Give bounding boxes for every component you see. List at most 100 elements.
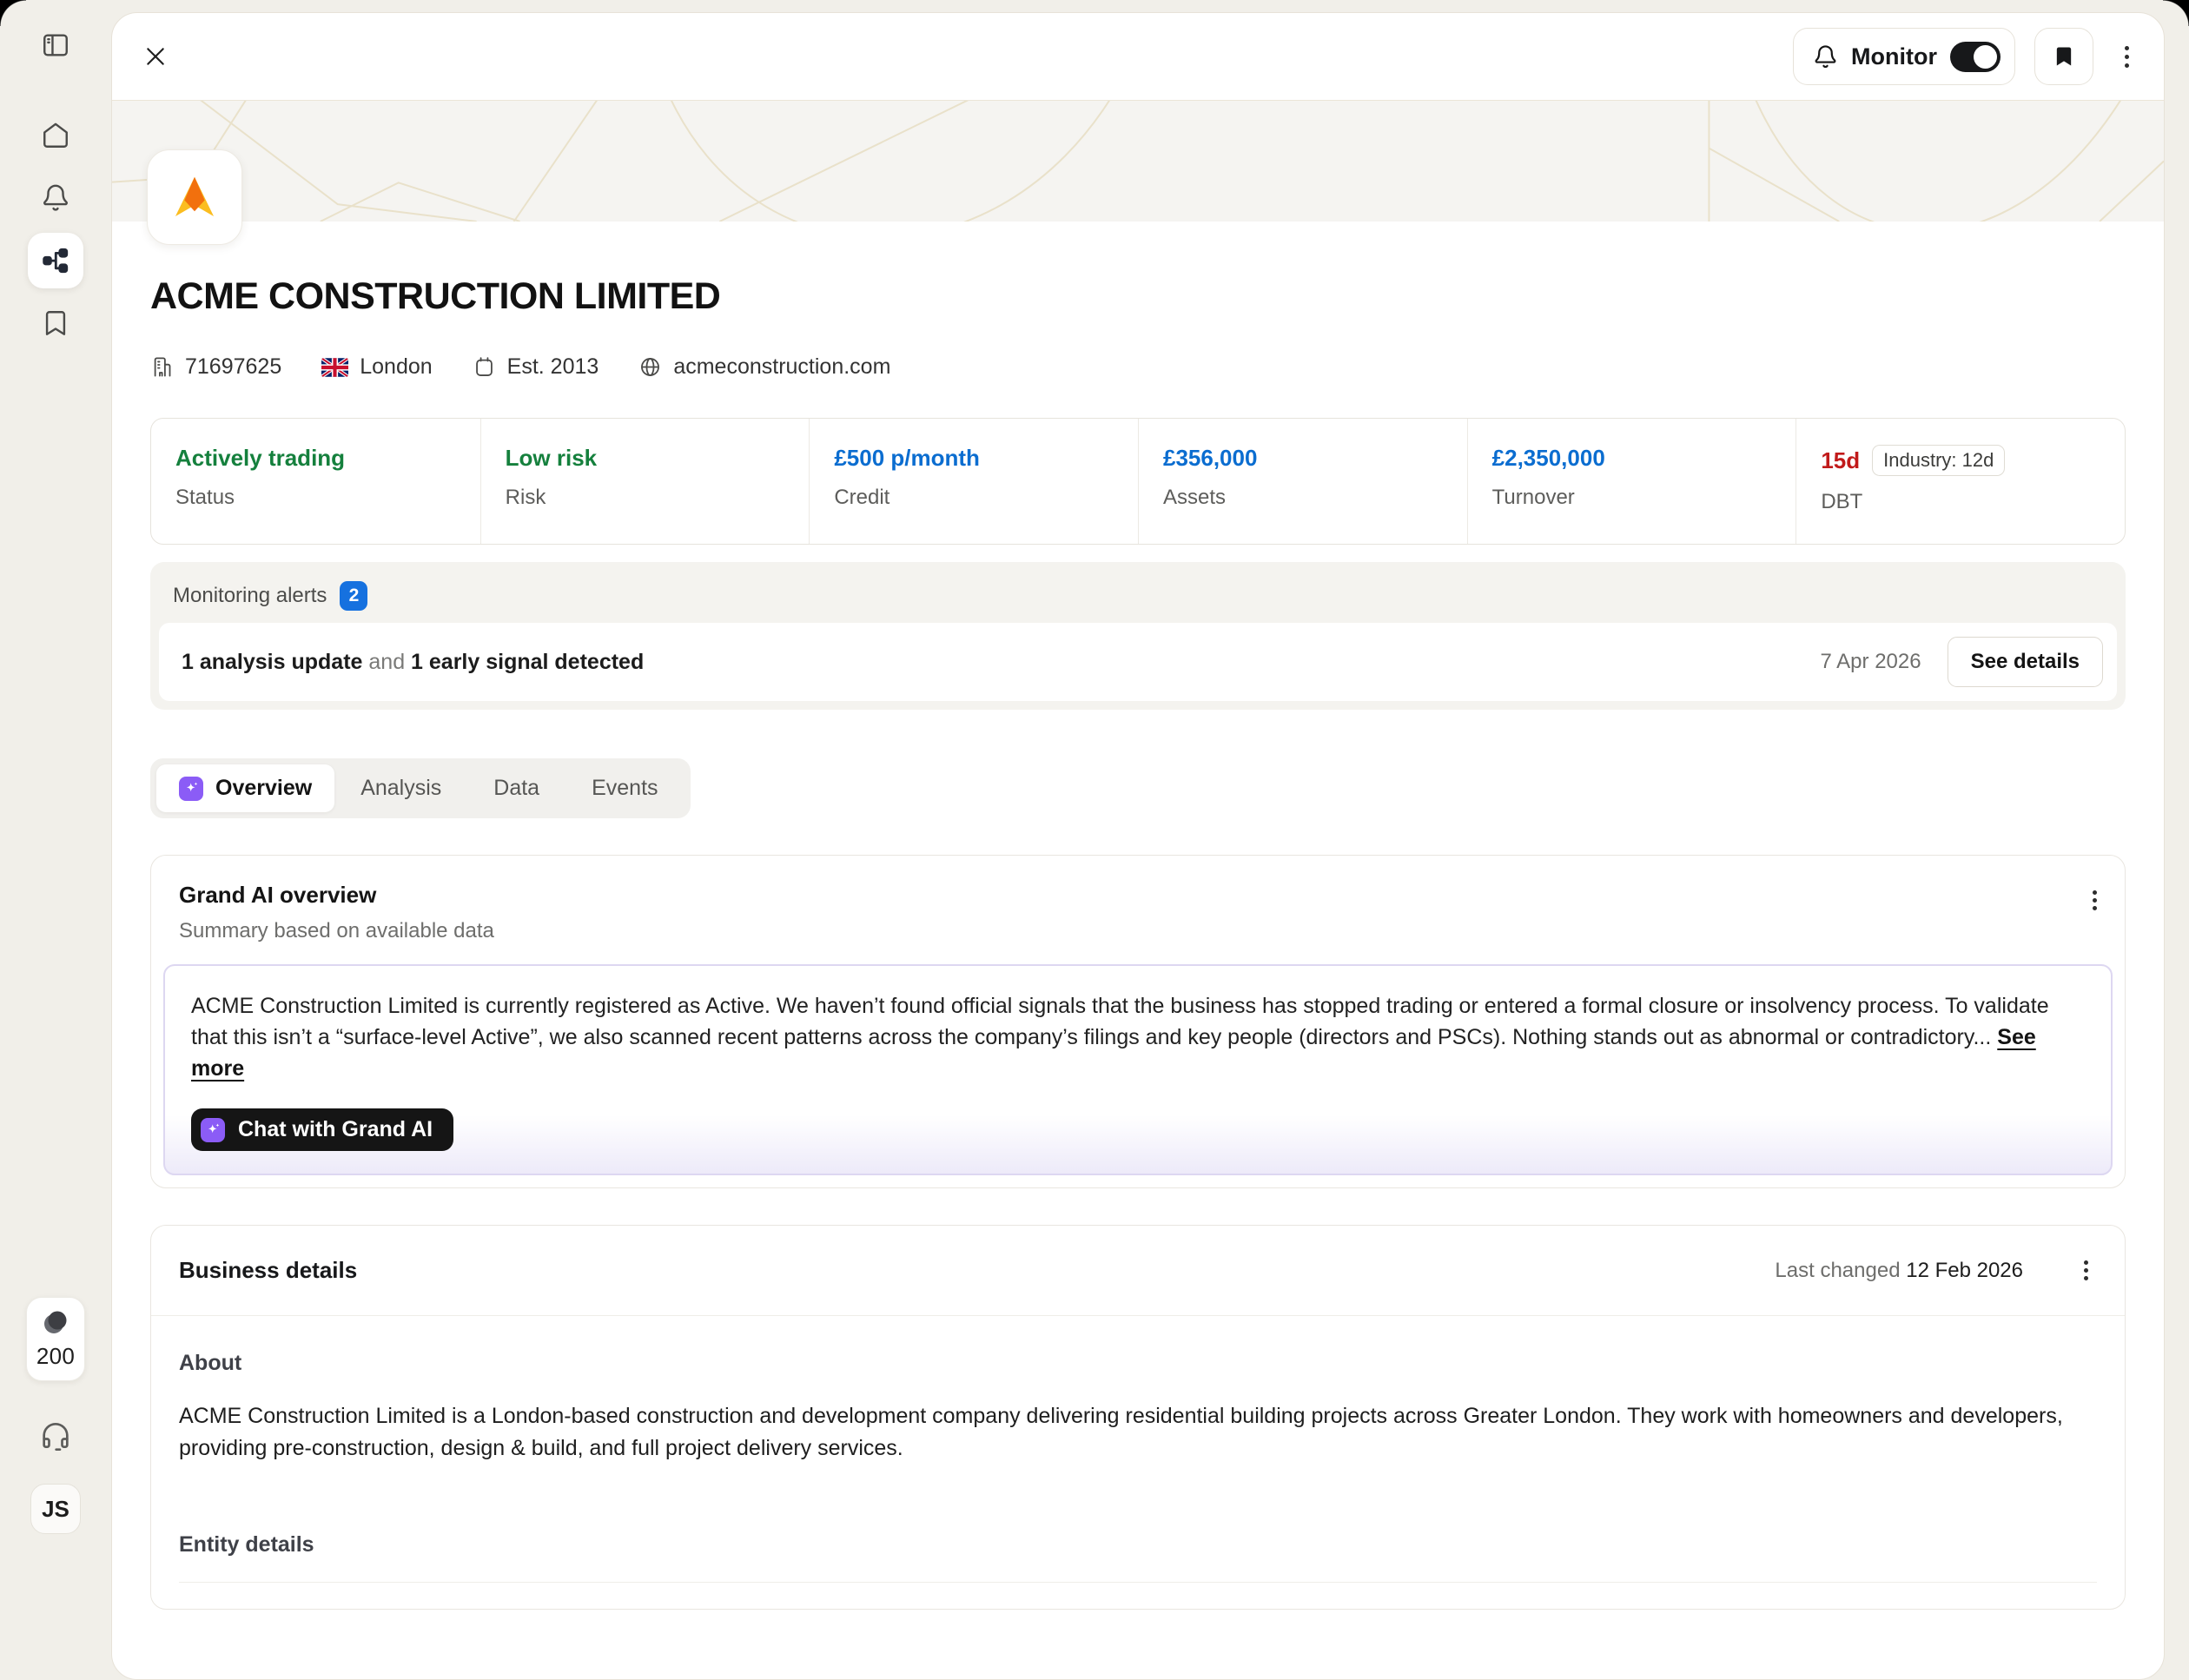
ai-card-menu-button[interactable] xyxy=(2084,880,2106,921)
stat-risk: Low risk Risk xyxy=(479,419,810,544)
last-changed-date: 12 Feb 2026 xyxy=(1906,1258,2023,1282)
company-established: Est. 2013 xyxy=(473,354,599,380)
hierarchy-icon xyxy=(41,246,70,275)
tab-label: Analysis xyxy=(360,776,442,800)
alert-summary: 1 analysis update and 1 early signal det… xyxy=(182,650,644,675)
stat-label: DBT xyxy=(1821,490,1863,513)
ai-summary-box: ACME Construction Limited is currently r… xyxy=(163,964,2113,1175)
tab-overview[interactable]: Overview xyxy=(156,764,335,812)
industry-dbt-badge: Industry: 12d xyxy=(1872,445,2006,476)
sidebar-item-home[interactable] xyxy=(28,108,83,163)
uk-flag-icon xyxy=(321,357,349,377)
stat-label: Turnover xyxy=(1491,486,1575,509)
alert-date: 7 Apr 2026 xyxy=(1820,650,1921,673)
monitor-label: Monitor xyxy=(1851,43,1937,69)
window-corner xyxy=(2163,0,2189,26)
sidebar-item-bookmarks[interactable] xyxy=(28,295,83,351)
last-changed: Last changed 12 Feb 2026 xyxy=(1775,1259,2023,1283)
business-details-menu-button[interactable] xyxy=(2075,1250,2097,1291)
sidebar-nav xyxy=(28,108,83,351)
window-corner xyxy=(0,0,26,26)
ai-card-title: Grand AI overview xyxy=(179,882,377,908)
company-number: 71697625 xyxy=(150,354,281,380)
ai-card-header: Grand AI overview Summary based on avail… xyxy=(151,856,2125,961)
tab-label: Events xyxy=(592,776,658,800)
stat-value: Low risk xyxy=(505,445,598,471)
close-button[interactable] xyxy=(136,37,175,76)
sidebar-item-companies[interactable] xyxy=(28,233,83,288)
stat-value: 15d xyxy=(1821,446,1861,473)
header-banner xyxy=(112,100,2164,245)
panel-left-icon xyxy=(41,30,70,60)
business-details-title: Business details xyxy=(179,1257,358,1283)
close-icon xyxy=(144,45,167,68)
see-details-button[interactable]: See details xyxy=(1947,637,2103,687)
alert-summary-part1: 1 analysis update xyxy=(182,649,363,674)
company-website-value: acmeconstruction.com xyxy=(673,354,891,379)
alert-row[interactable]: 1 analysis update and 1 early signal det… xyxy=(159,623,2117,701)
bookmark-filled-icon xyxy=(2052,44,2076,69)
company-location: London xyxy=(321,354,433,380)
grand-ai-overview-card: Grand AI overview Summary based on avail… xyxy=(150,855,2126,1188)
bookmark-icon xyxy=(41,308,70,338)
stats-bar: Actively trading Status Low risk Risk £5… xyxy=(150,418,2126,545)
arrow-logo-icon xyxy=(175,176,215,217)
company-location-value: London xyxy=(360,354,433,379)
tab-bar: Overview Analysis Data Events xyxy=(150,758,691,818)
ai-summary-body: ACME Construction Limited is currently r… xyxy=(191,994,2049,1049)
stat-value: £356,000 xyxy=(1162,445,1258,471)
globe-icon xyxy=(638,355,662,379)
company-meta: 71697625 London Est. 2013 acmeconstructi… xyxy=(150,354,2126,380)
stat-value: £2,350,000 xyxy=(1491,445,1605,471)
company-established-value: Est. 2013 xyxy=(506,354,599,379)
page-title: ACME CONSTRUCTION LIMITED xyxy=(150,275,721,317)
stat-turnover: £2,350,000 Turnover xyxy=(1466,419,1796,544)
support-button[interactable] xyxy=(38,1419,73,1454)
entity-details-heading: Entity details xyxy=(179,1532,314,1557)
monitor-toggle[interactable] xyxy=(1950,41,2001,72)
calendar-icon xyxy=(473,355,496,379)
company-logo xyxy=(147,149,242,245)
monitoring-alerts-panel: Monitoring alerts 2 1 analysis update an… xyxy=(150,562,2126,710)
stat-label: Credit xyxy=(834,486,890,509)
tab-label: Data xyxy=(493,776,540,800)
monitor-button[interactable]: Monitor xyxy=(1793,28,2015,85)
stat-status: Actively trading Status xyxy=(151,419,480,544)
stat-dbt: 15d Industry: 12d DBT xyxy=(1796,419,2125,544)
chat-button-label: Chat with Grand AI xyxy=(238,1117,433,1141)
user-avatar[interactable]: JS xyxy=(30,1484,81,1534)
stat-label: Assets xyxy=(1162,486,1227,509)
credits-widget[interactable]: 200 xyxy=(26,1297,85,1381)
stat-value: £500 p/month xyxy=(834,445,980,471)
headphones-icon xyxy=(38,1419,73,1454)
bookmark-button[interactable] xyxy=(2034,28,2093,85)
business-details-card: Business details Last changed 12 Feb 202… xyxy=(150,1225,2126,1610)
monitoring-alerts-title: Monitoring alerts xyxy=(173,584,327,607)
divider xyxy=(179,1582,2097,1583)
bell-icon xyxy=(41,183,70,213)
chat-with-grand-ai-button[interactable]: Chat with Grand AI xyxy=(191,1108,454,1151)
stat-credit: £500 p/month Credit xyxy=(809,419,1138,544)
tab-events[interactable]: Events xyxy=(565,764,684,812)
sidebar-toggle-button[interactable] xyxy=(28,17,83,73)
more-options-button[interactable] xyxy=(2116,35,2138,79)
sidebar-item-notifications[interactable] xyxy=(28,170,83,226)
company-website[interactable]: acmeconstruction.com xyxy=(638,354,890,380)
sparkle-icon xyxy=(201,1117,225,1142)
tab-analysis[interactable]: Analysis xyxy=(334,764,467,812)
stat-value: Actively trading xyxy=(175,445,346,471)
company-number-value: 71697625 xyxy=(185,354,282,379)
avatar-initials: JS xyxy=(42,1495,69,1522)
tab-data[interactable]: Data xyxy=(467,764,565,812)
stat-assets: £356,000 Assets xyxy=(1137,419,1467,544)
business-details-header: Business details Last changed 12 Feb 202… xyxy=(151,1226,2125,1316)
last-changed-label: Last changed xyxy=(1775,1258,1907,1282)
content: ACME CONSTRUCTION LIMITED 71697625 Londo… xyxy=(112,275,2164,1662)
about-heading: About xyxy=(179,1351,242,1375)
business-details-body: About ACME Construction Limited is a Lon… xyxy=(151,1316,2125,1609)
home-icon xyxy=(41,121,70,150)
about-text: ACME Construction Limited is a London-ba… xyxy=(179,1404,2063,1460)
tab-label: Overview xyxy=(215,776,313,800)
alert-count-badge: 2 xyxy=(340,581,368,611)
banner-pattern xyxy=(112,101,2164,222)
